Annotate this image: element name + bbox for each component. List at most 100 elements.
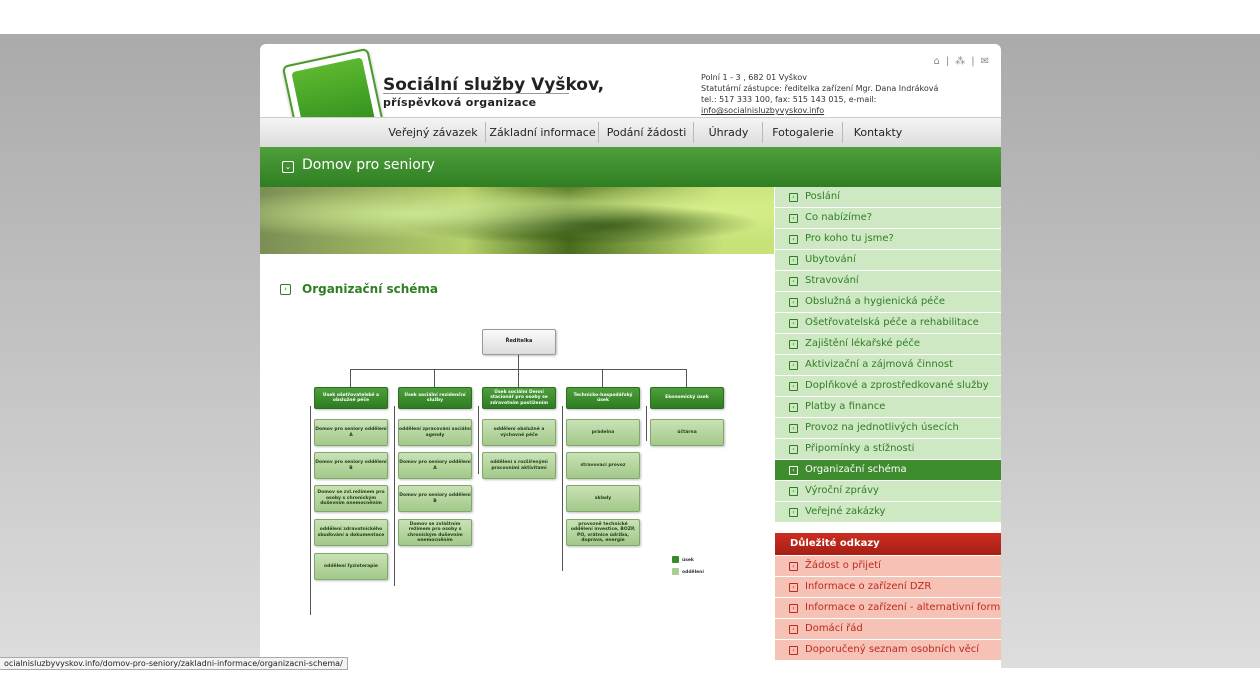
legend-item-unit: oddělení [672,568,704,575]
sidebar-item-label: Organizační schéma [805,464,907,475]
org-unit-box: oddělení obslužné a výchovné péče [482,419,556,446]
chevron-left-icon: ‹ [789,424,798,433]
chevron-left-icon: ‹ [789,625,798,634]
sidebar-menu: ‹ Poslání ‹ Co nabízíme? ‹ Pro koho tu jsme… [775,187,1001,523]
separator: | [945,56,950,67]
sidebar-item-organizacni-schema[interactable]: ‹ Organizační schéma [775,460,1001,480]
sidebar-item-vyrocni-zpravy[interactable]: ‹ Výroční zprávy [775,481,1001,501]
sidebar-item-verejne-zakazky[interactable]: ‹ Veřejné zakázky [775,502,1001,522]
chevron-left-icon: ‹ [789,466,798,475]
chevron-left-icon: ‹ [789,298,798,307]
connector-line [350,369,351,387]
nav-zakladni-informace[interactable]: Základní informace [486,118,599,147]
connector-line [518,354,519,369]
sidebar-item-label: Obslužná a hygienická péče [805,296,945,307]
chevron-left-icon: ‹ [789,193,798,202]
connector-line [478,406,479,474]
connector-line [394,406,395,586]
sidebar-item-label: Ubytování [805,254,856,265]
org-unit-box: Domov pro seniory oddělení B [398,485,472,512]
org-department-box: Úsek sociální rezidenční služby [398,387,472,409]
connector-line [434,369,435,387]
nav-kontakty[interactable]: Kontakty [843,118,913,147]
link-zadost-o-prijeti[interactable]: ‹ Žádost o přijetí [775,556,1001,576]
sidebar-item-label: Ošetřovatelská péče a rehabilitace [805,317,979,328]
main-nav: Veřejný závazek Základní informace Podán… [260,117,1001,148]
chevron-left-icon: ‹ [789,508,798,517]
connector-line [686,369,687,387]
sidebar-item-pro-koho[interactable]: ‹ Pro koho tu jsme? [775,229,1001,249]
organization-title: Sociální služby Vyškov, [383,75,605,95]
chevron-left-icon: ‹ [789,604,798,613]
sidebar-item-platby[interactable]: ‹ Platby a finance [775,397,1001,417]
chevron-left-icon: ‹ [789,583,798,592]
collapse-icon: ⌄ [282,161,294,173]
sidebar-item-label: Pro koho tu jsme? [805,233,894,244]
nav-verejny-zavazek[interactable]: Veřejný závazek [380,118,486,147]
sidebar-item-label: Co nabízíme? [805,212,873,223]
utility-icons: ⌂ | ⁂ | ✉ [928,56,990,67]
sidebar-item-obsluzna-pece[interactable]: ‹ Obslužná a hygienická péče [775,292,1001,312]
link-domaci-rad[interactable]: ‹ Domácí řád [775,619,1001,639]
sidebar-item-ubytovani[interactable]: ‹ Ubytování [775,250,1001,270]
connector-line [310,406,311,615]
chevron-left-icon: ‹ [789,340,798,349]
contact-director: Statutární zástupce: ředitelka zařízení … [701,84,939,93]
org-unit-box: Domov se zvl.režimem pro osoby s chronic… [314,485,388,512]
org-unit-box: Domov pro seniory oddělení A [398,452,472,479]
chevron-left-icon: ‹ [789,235,798,244]
sidebar-item-provoz[interactable]: ‹ Provoz na jednotlivých úsecích [775,418,1001,438]
chevron-left-icon: ‹ [789,277,798,286]
chevron-left-icon: ‹ [789,403,798,412]
sidebar-item-label: Výroční zprávy [805,485,879,496]
chevron-left-icon: ‹ [789,361,798,370]
link-label: Informace o zařízení DZR [805,581,932,592]
org-unit-box: stravovací provoz [566,452,640,479]
sidebar-item-stravovani[interactable]: ‹ Stravování [775,271,1001,291]
home-icon[interactable]: ⌂ [934,56,940,67]
sitemap-icon[interactable]: ⁂ [955,56,965,67]
link-alternativni-forma[interactable]: ‹ Informace o zařízení - alternativní for… [775,598,1001,618]
legend-swatch [672,556,679,563]
sidebar-item-osetrovatelska-pece[interactable]: ‹ Ošetřovatelská péče a rehabilitace [775,313,1001,333]
nav-uhrady[interactable]: Úhrady [694,118,763,147]
org-department-box: Ekonomický úsek [650,387,724,409]
sidebar-item-label: Platby a finance [805,401,886,412]
org-head-box: Ředitelka [482,329,556,355]
sidebar-item-label: Doplňkové a zprostředkované služby [805,380,989,391]
sidebar-item-label: Zajištění lékařské péče [805,338,921,349]
connector-line [602,369,603,387]
mail-icon[interactable]: ✉ [981,56,989,67]
org-chart: Ředitelka Úsek ošetřovatelské a obslužné… [260,324,774,644]
link-label: Informace o zařízení - alternativní form… [805,602,1001,613]
sidebar-item-poslani[interactable]: ‹ Poslání [775,187,1001,207]
sidebar-item-co-nabizime[interactable]: ‹ Co nabízíme? [775,208,1001,228]
org-department-box: Úsek sociální Denní stacionář pro osoby … [482,387,556,409]
email-link[interactable]: info@socialnisluzbyvyskov.info [701,106,824,115]
org-unit-box: oddělení zdravotnického sbuďování a doku… [314,519,388,546]
org-unit-box: prádelna [566,419,640,446]
connector-line [518,369,519,387]
connector-line [562,406,563,571]
chevron-left-icon: ‹ [789,445,798,454]
sidebar-item-pripominky[interactable]: ‹ Připomínky a stížnosti [775,439,1001,459]
contact-phone-text: tel.: 517 333 100, fax: 515 143 015, e-m… [701,95,877,104]
org-unit-box: Domov se zvláštním režimem pro osoby s c… [398,519,472,546]
chevron-left-icon: ‹ [789,382,798,391]
link-informace-dzr[interactable]: ‹ Informace o zařízení DZR [775,577,1001,597]
nav-podani-zadosti[interactable]: Podání žádosti [599,118,694,147]
org-unit-box: Domov pro seniory oddělení A [314,419,388,446]
sidebar-item-doplnkove-sluzby[interactable]: ‹ Doplňkové a zprostředkované služby [775,376,1001,396]
chevron-left-icon: ‹ [789,214,798,223]
page-title: Domov pro seniory [302,157,435,173]
sidebar-item-lekarska-pece[interactable]: ‹ Zajištění lékařské péče [775,334,1001,354]
sidebar-item-aktivizacni-cinnost[interactable]: ‹ Aktivizační a zájmová činnost [775,355,1001,375]
connector-line [646,406,647,441]
org-unit-box: Domov pro seniory oddělení B [314,452,388,479]
link-seznam-osobnich-veci[interactable]: ‹ Doporučený seznam osobních věcí [775,640,1001,660]
nav-fotogalerie[interactable]: Fotogalerie [763,118,843,147]
contact-info: Polní 1 - 3 , 682 01 Vyškov Statutární z… [701,72,1001,116]
page-title-bar: ⌄ Domov pro seniory [260,147,1001,187]
legend-label: úsek [682,558,694,563]
org-unit-box: oddělení s rozšířenými pracovními aktivi… [482,452,556,479]
